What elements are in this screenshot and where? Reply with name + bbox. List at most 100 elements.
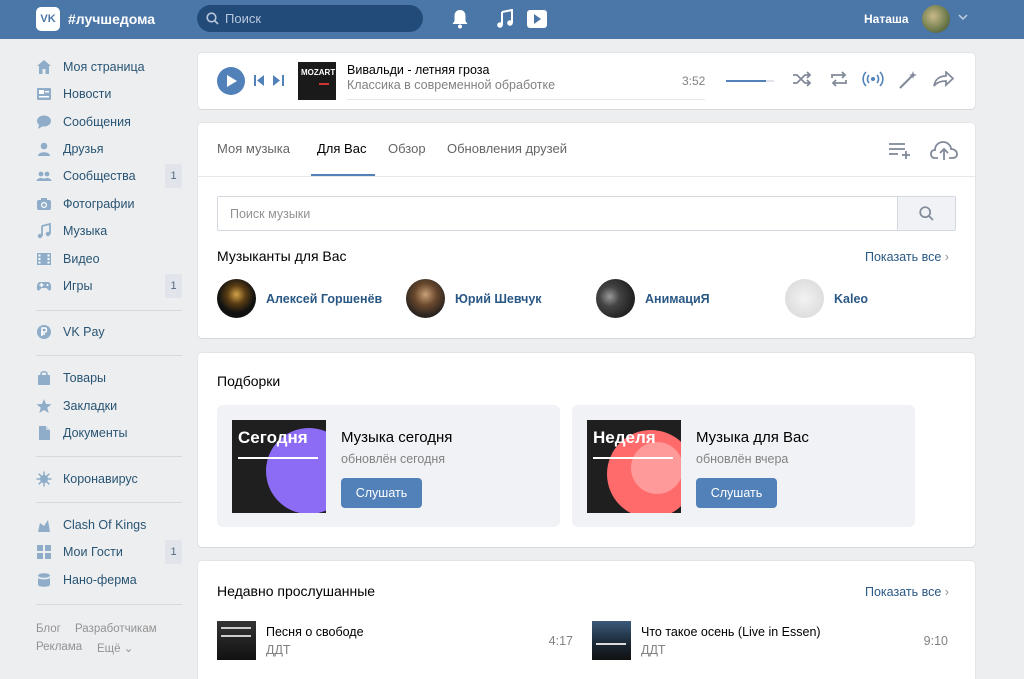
- sidebar-item-label: Фотографии: [63, 197, 135, 211]
- vk-logo[interactable]: VK: [36, 7, 60, 31]
- music-icon: [37, 223, 51, 239]
- collection-cover: Сегодня: [232, 420, 326, 513]
- sidebar-item[interactable]: Новости: [36, 82, 182, 106]
- recent-show-all-link[interactable]: Показать все ›: [865, 585, 949, 599]
- sidebar-item-label: Мои Гости: [63, 545, 123, 559]
- collection-item[interactable]: Сегодня Музыка сегодня обновлён сегодня …: [217, 405, 560, 527]
- footer-link-blog[interactable]: Блог: [36, 623, 61, 635]
- sidebar-item[interactable]: Коронавирус: [36, 467, 182, 491]
- cover-text: MOZART: [301, 68, 336, 77]
- header-search-input[interactable]: Поиск: [197, 5, 423, 32]
- game-app-icon: [38, 520, 50, 532]
- sidebar-item[interactable]: Clash Of Kings: [36, 513, 182, 537]
- collections-card: Подборки Сегодня Музыка сегодня обновлён…: [198, 353, 975, 547]
- tab-browse[interactable]: Обзор: [388, 141, 426, 156]
- sidebar-item[interactable]: Сообщества 1: [36, 164, 182, 188]
- bell-icon[interactable]: [451, 9, 469, 29]
- sidebar-item[interactable]: Игры 1: [36, 274, 182, 298]
- listen-button[interactable]: Слушать: [696, 478, 777, 508]
- sidebar-item-label: Сообщества: [63, 169, 136, 183]
- sidebar-item[interactable]: Фотографии: [36, 192, 182, 216]
- news-icon: [37, 88, 51, 100]
- track-duration: 4:17: [548, 634, 573, 648]
- cover-pattern: [596, 643, 626, 651]
- magic-wand-icon[interactable]: [898, 71, 918, 89]
- listen-button[interactable]: Слушать: [341, 478, 422, 508]
- sidebar-item-label: Документы: [63, 426, 128, 440]
- user-name[interactable]: Наташа: [864, 12, 909, 26]
- track-cover: [217, 621, 256, 660]
- artists-show-all-link[interactable]: Показать все ›: [865, 250, 949, 264]
- show-all-label: Показать все: [865, 250, 942, 264]
- artist-name: Алексей Горшенёв: [266, 292, 383, 306]
- upload-cloud-icon[interactable]: [930, 139, 958, 161]
- play-icon: [227, 75, 237, 87]
- sidebar-item[interactable]: Мои Гости 1: [36, 540, 182, 564]
- sidebar-item-label: Коронавирус: [63, 472, 138, 486]
- sidebar-item-label: Моя страница: [63, 60, 145, 74]
- sidebar-item[interactable]: Видео: [36, 247, 182, 271]
- sidebar-item[interactable]: Нано-ферма: [36, 568, 182, 592]
- shuffle-icon[interactable]: [792, 71, 812, 87]
- sidebar-item[interactable]: Музыка: [36, 219, 182, 243]
- track-title: Песня о свободе: [266, 625, 364, 639]
- cover-line: [593, 457, 673, 459]
- chevron-down-icon[interactable]: [958, 14, 968, 21]
- track-cover: [592, 621, 631, 660]
- camera-icon: [37, 198, 51, 210]
- sidebar-item-label: Друзья: [63, 142, 104, 156]
- sidebar-item[interactable]: Документы: [36, 421, 182, 445]
- community-hashtag[interactable]: #лучшедома: [68, 11, 155, 27]
- vkpay-icon: [37, 325, 51, 339]
- footer-link-developers[interactable]: Разработчикам: [75, 623, 157, 635]
- broadcast-icon[interactable]: [862, 71, 884, 87]
- counter-badge: 1: [165, 540, 182, 564]
- collection-title: Музыка для Вас: [696, 429, 809, 446]
- collection-subtitle: обновлён сегодня: [341, 452, 446, 466]
- track-row[interactable]: Песня о свободе ДДТ 4:17: [217, 621, 573, 661]
- sidebar-item[interactable]: VK Pay: [36, 320, 182, 344]
- cover-accent: [319, 83, 329, 85]
- tab-for-you[interactable]: Для Вас: [317, 141, 366, 156]
- sidebar-item-label: Игры: [63, 279, 93, 293]
- music-search-button[interactable]: [897, 197, 955, 230]
- sidebar-item[interactable]: Товары: [36, 366, 182, 390]
- tab-my-music[interactable]: Моя музыка: [217, 141, 290, 156]
- music-note-icon[interactable]: [496, 9, 514, 29]
- track-artist[interactable]: ДДТ: [266, 643, 291, 657]
- top-header: VK #лучшедома Поиск Наташа: [0, 0, 1024, 39]
- sidebar-item-label: Нано-ферма: [63, 573, 137, 587]
- footer-link-more[interactable]: Ещё ⌄: [97, 641, 133, 655]
- user-avatar[interactable]: [922, 5, 950, 33]
- sidebar-item-label: Видео: [63, 252, 100, 266]
- nav-divider: [36, 456, 182, 457]
- next-track-icon[interactable]: [273, 75, 284, 86]
- sidebar-item[interactable]: Друзья: [36, 137, 182, 161]
- chevron-right-icon: ›: [944, 250, 949, 264]
- sidebar-item[interactable]: Закладки: [36, 394, 182, 418]
- artist-avatar: [217, 279, 256, 318]
- track-artist[interactable]: ДДТ: [641, 643, 666, 657]
- add-playlist-icon[interactable]: [888, 141, 912, 159]
- sidebar-item[interactable]: Моя страница: [36, 55, 182, 79]
- search-icon: [919, 206, 934, 221]
- home-icon: [37, 60, 51, 74]
- play-button[interactable]: [217, 67, 245, 95]
- footer-link-ads[interactable]: Реклама: [36, 641, 82, 653]
- track-title[interactable]: Вивальди - летняя гроза: [347, 63, 489, 77]
- volume-slider[interactable]: [726, 80, 774, 82]
- artist-avatar: [596, 279, 635, 318]
- share-icon[interactable]: [932, 71, 954, 87]
- play-video-icon[interactable]: [526, 9, 548, 29]
- track-progress-bar[interactable]: [347, 99, 705, 100]
- previous-track-icon[interactable]: [254, 75, 265, 86]
- repeat-icon[interactable]: [829, 71, 849, 87]
- track-row[interactable]: Что такое осень (Live in Essen) ДДТ 9:10: [592, 621, 948, 661]
- tab-friends-updates[interactable]: Обновления друзей: [447, 141, 567, 156]
- music-search-input[interactable]: Поиск музыки: [217, 196, 956, 231]
- nav-divider: [36, 355, 182, 356]
- collection-subtitle: обновлён вчера: [696, 452, 789, 466]
- collection-item[interactable]: Неделя Музыка для Вас обновлён вчера Слу…: [572, 405, 915, 527]
- collections-title: Подборки: [217, 373, 281, 389]
- sidebar-item[interactable]: Сообщения: [36, 110, 182, 134]
